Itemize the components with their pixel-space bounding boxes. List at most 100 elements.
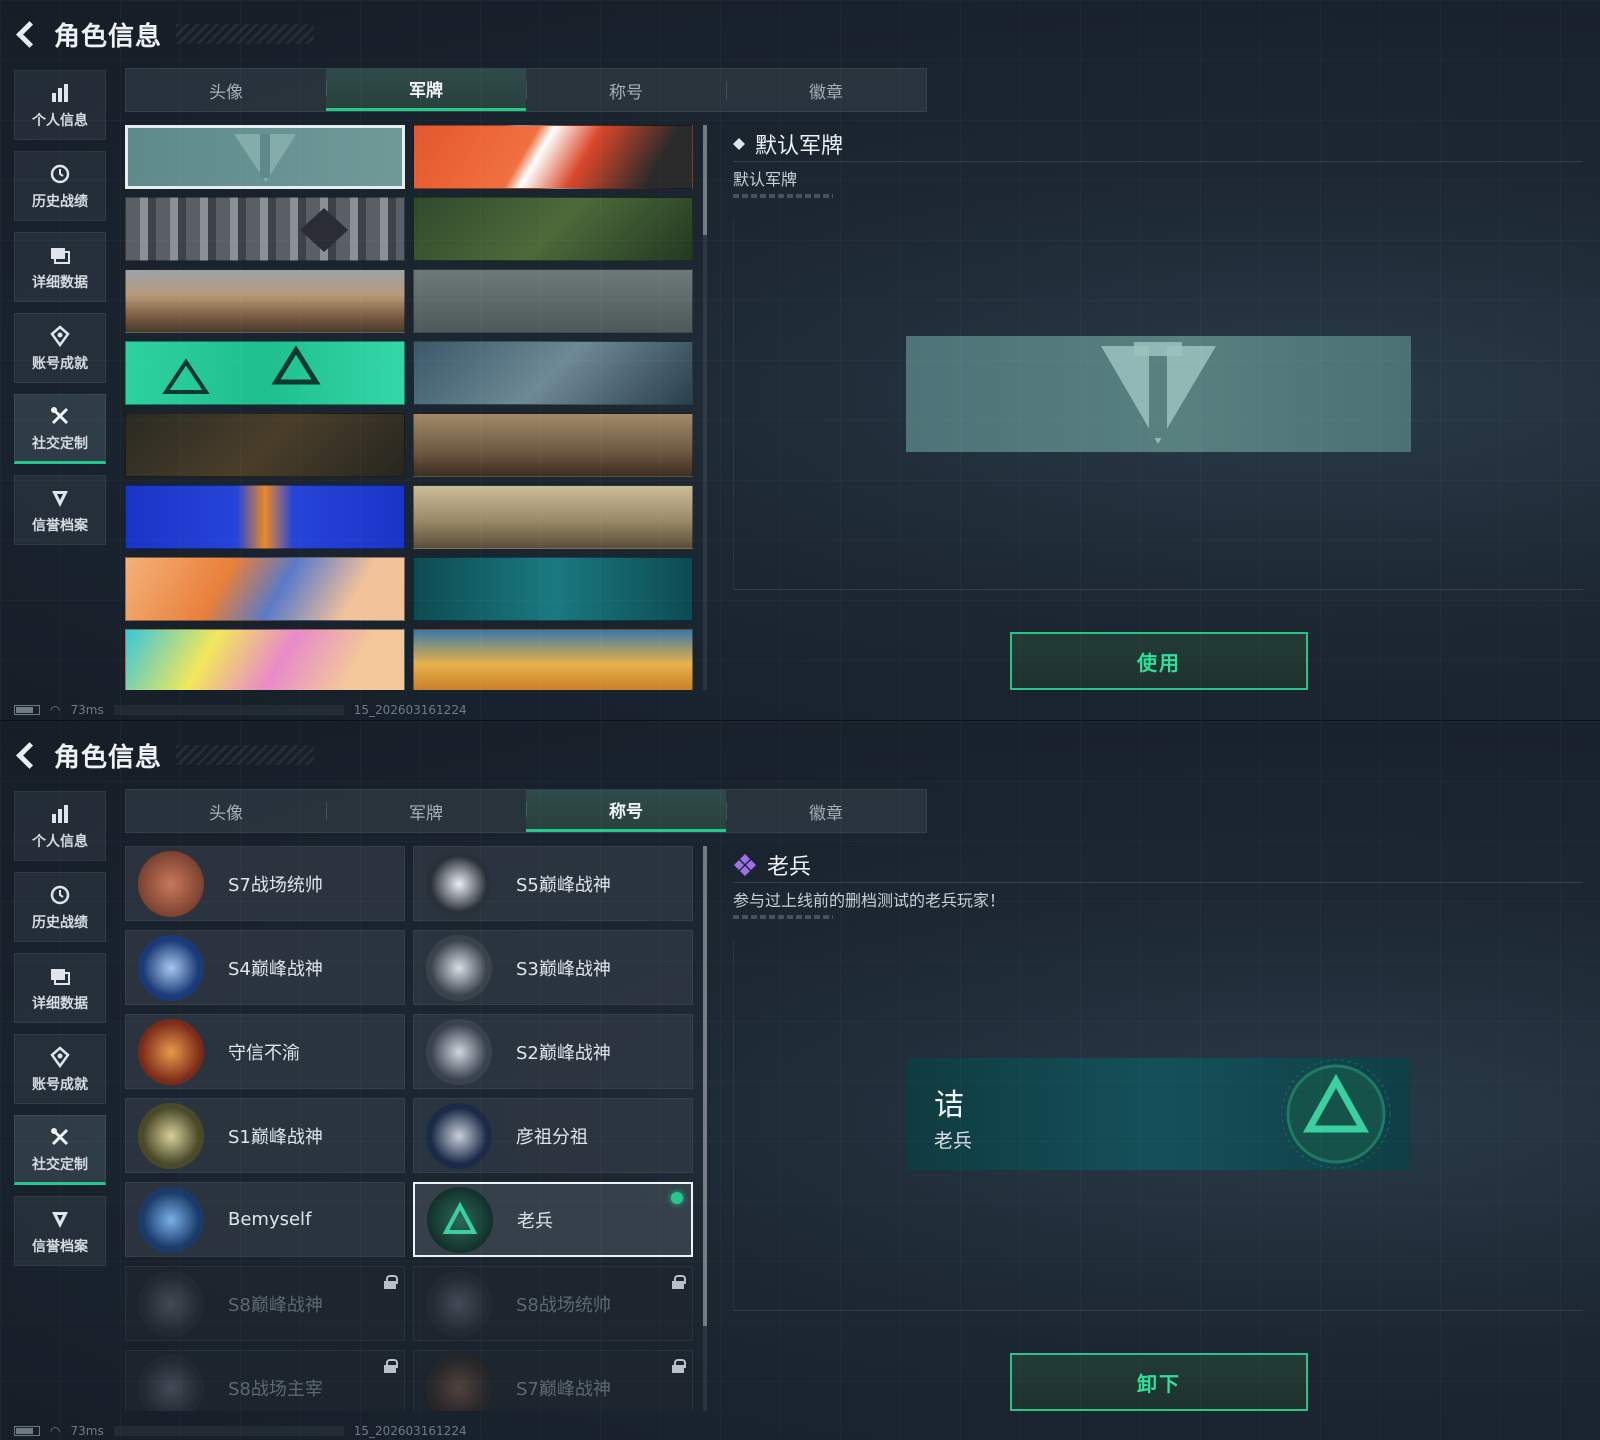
detail-description: 默认军牌 <box>733 170 798 189</box>
title-grid: S7战场统帅 S5巅峰战神 S4巅峰战神 S3巅峰战神 守信不渝 S2巅峰战神 … <box>125 846 697 1411</box>
lock-icon <box>672 1359 686 1373</box>
wifi-icon: ◠ <box>50 703 61 717</box>
title-card[interactable]: S4巅峰战神 <box>125 930 405 1005</box>
dogtag-item[interactable] <box>125 341 405 405</box>
dogtag-logo-icon <box>234 134 296 182</box>
title-card-locked[interactable]: S7巅峰战神 <box>413 1350 693 1411</box>
title-card[interactable]: S7战场统帅 <box>125 846 405 921</box>
title-card-locked[interactable]: S8巅峰战神 <box>125 1266 405 1341</box>
use-button[interactable]: 使用 <box>1010 632 1308 690</box>
sidebar-item-label: 详细数据 <box>32 274 88 291</box>
title-card-locked[interactable]: S8战场主宰 <box>125 1350 405 1411</box>
tab-title[interactable]: 称号 <box>526 790 726 832</box>
rarity-diamond-icon <box>734 853 756 876</box>
dogtag-item[interactable] <box>125 629 405 690</box>
tab-avatar[interactable]: 头像 <box>126 69 326 111</box>
detail-description: 参与过上线前的删档测试的老兵玩家！ <box>733 891 1006 910</box>
screen-dogtags: 角色信息 个人信息 历史战绩 详细数据 账号成就 社交定制 信誉档案 头像 军牌… <box>0 0 1600 720</box>
title-preview: 诘 老兵 <box>906 1058 1411 1170</box>
title-card[interactable]: S2巅峰战神 <box>413 1014 693 1089</box>
battery-icon <box>14 1426 40 1436</box>
title-card[interactable]: S3巅峰战神 <box>413 930 693 1005</box>
sidebar-item-profile[interactable]: 个人信息 <box>14 70 106 140</box>
description-divider <box>733 194 833 198</box>
dogtag-item[interactable] <box>413 269 693 333</box>
dogtag-item[interactable] <box>125 269 405 333</box>
s7-emblem-icon <box>426 1354 492 1411</box>
sidebar-item-achievements[interactable]: 账号成就 <box>14 1034 106 1104</box>
sidebar-item-reputation[interactable]: 信誉档案 <box>14 475 106 545</box>
dogtag-item[interactable] <box>413 629 693 690</box>
lock-icon <box>672 1275 686 1289</box>
s8-emblem-icon <box>138 1270 204 1337</box>
title-decoration <box>176 24 314 44</box>
veteran-emblem-icon <box>427 1186 493 1253</box>
title-card[interactable]: 彦祖分祖 <box>413 1098 693 1173</box>
sidebar-item-data[interactable]: 详细数据 <box>14 953 106 1023</box>
s8-master-emblem-icon <box>138 1354 204 1411</box>
sidebar-item-label: 账号成就 <box>32 355 88 372</box>
tab-title[interactable]: 称号 <box>526 69 726 111</box>
title-label: S7战场统帅 <box>228 874 323 896</box>
title-card-locked[interactable]: S8战场统帅 <box>413 1266 693 1341</box>
dogtag-item[interactable] <box>413 557 693 621</box>
dogtag-item[interactable] <box>125 557 405 621</box>
skull-helmet-emblem-icon <box>426 850 492 917</box>
sidebar-item-social[interactable]: 社交定制 <box>14 394 106 464</box>
tab-dogtag[interactable]: 军牌 <box>326 69 526 111</box>
dogtag-item[interactable] <box>413 341 693 405</box>
dogtag-item[interactable] <box>413 197 693 261</box>
title-preview-main: 诘 <box>934 1088 964 1123</box>
dogtag-item[interactable] <box>125 413 405 477</box>
title-label: 老兵 <box>517 1210 553 1232</box>
sidebar-item-history[interactable]: 历史战绩 <box>14 151 106 221</box>
tab-dogtag[interactable]: 军牌 <box>326 790 526 832</box>
title-card[interactable]: S5巅峰战神 <box>413 846 693 921</box>
tank-emblem-icon <box>426 1270 492 1337</box>
tab-avatar[interactable]: 头像 <box>126 790 326 832</box>
sidebar-item-data[interactable]: 详细数据 <box>14 232 106 302</box>
portrait-emblem-icon <box>426 1102 492 1169</box>
dogtag-item[interactable] <box>413 485 693 549</box>
grid-scroll-thumb[interactable] <box>703 846 707 1326</box>
tab-badge[interactable]: 徽章 <box>726 790 926 832</box>
unequip-button[interactable]: 卸下 <box>1010 1353 1308 1411</box>
sidebar-item-label: 信誉档案 <box>32 1238 88 1255</box>
sidebar-item-social[interactable]: 社交定制 <box>14 1115 106 1185</box>
diamond-bullet-icon <box>733 137 745 150</box>
dogtag-item[interactable] <box>413 413 693 477</box>
dogtag-default[interactable] <box>125 125 405 189</box>
description-divider <box>733 915 833 919</box>
build-version: 15_202603161224 <box>353 1424 467 1438</box>
wifi-icon: ◠ <box>50 1424 61 1438</box>
tab-badge[interactable]: 徽章 <box>726 69 926 111</box>
grid-scroll-thumb[interactable] <box>703 125 707 235</box>
dogtag-item[interactable] <box>125 197 405 261</box>
title-card[interactable]: 守信不渝 <box>125 1014 405 1089</box>
sidebar-item-achievements[interactable]: 账号成就 <box>14 313 106 383</box>
sidebar-item-label: 个人信息 <box>32 112 88 129</box>
sidebar-item-history[interactable]: 历史战绩 <box>14 872 106 942</box>
lock-icon <box>384 1359 398 1373</box>
sidebar-item-label: 账号成就 <box>32 1076 88 1093</box>
sidebar-item-label: 社交定制 <box>32 435 88 452</box>
bar-chart-icon <box>48 81 72 105</box>
tools-icon <box>48 404 72 428</box>
back-arrow-icon[interactable] <box>14 742 40 768</box>
dogtag-item[interactable] <box>413 125 693 189</box>
detail-header: 默认军牌 <box>733 126 1583 162</box>
title-card[interactable]: Bemyself <box>125 1182 405 1257</box>
back-arrow-icon[interactable] <box>14 21 40 47</box>
triangle-logo-icon <box>162 345 321 394</box>
sidebar-item-profile[interactable]: 个人信息 <box>14 791 106 861</box>
dogtag-item[interactable] <box>125 485 405 549</box>
bemyself-emblem-icon <box>138 1186 204 1253</box>
veteran-emblem-icon <box>1281 1059 1391 1169</box>
status-filler <box>113 1426 344 1436</box>
title-card[interactable]: S1巅峰战神 <box>125 1098 405 1173</box>
data-folder-icon <box>48 243 72 267</box>
sidebar-item-reputation[interactable]: 信誉档案 <box>14 1196 106 1266</box>
title-label: S5巅峰战神 <box>516 874 611 896</box>
ping-value: 73ms <box>70 1424 104 1438</box>
title-card-selected[interactable]: 老兵 <box>413 1182 693 1257</box>
